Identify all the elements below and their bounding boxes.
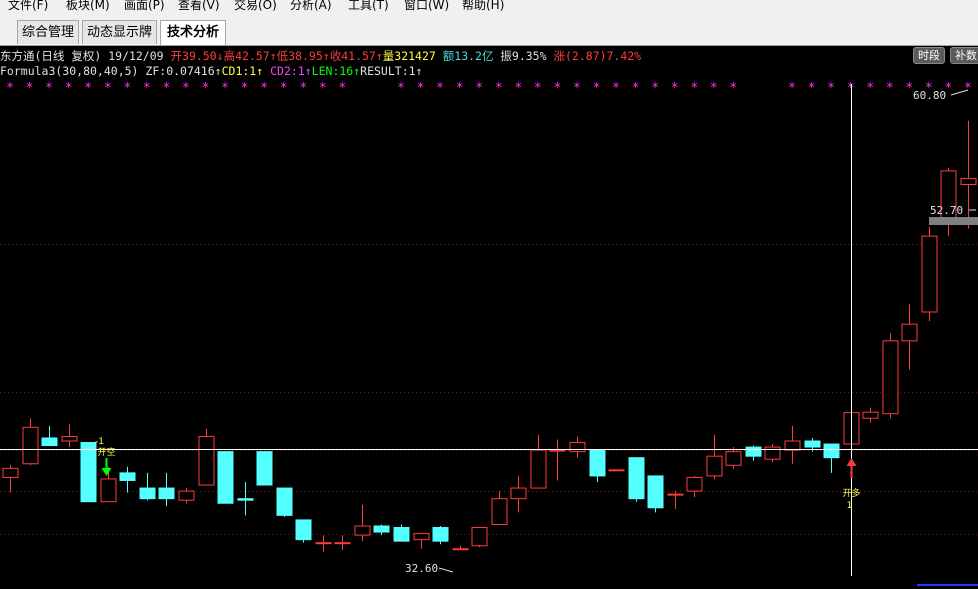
kline-chart-area[interactable] (0, 46, 978, 589)
menu-item-0[interactable]: 文件(F) (8, 0, 48, 13)
volume: 量321427 (382, 49, 436, 63)
tab-bar: 综合管理 动态显示牌 技术分析 (0, 16, 978, 46)
formula-cd2: CD2:1 (270, 64, 305, 78)
menu-item-4[interactable]: 交易(O) (234, 0, 277, 13)
timeshare-button[interactable]: 时段 (913, 47, 945, 64)
stock-info-bar: 东方通(日线 复权) 19/12/09 开39.50↓高42.57↑低38.95… (0, 49, 642, 63)
menu-item-1[interactable]: 板块(M) (66, 0, 110, 13)
stock-title: 东方通(日线 复权) 19/12/09 (0, 49, 164, 63)
menu-item-2[interactable]: 画面(P) (124, 0, 165, 13)
menu-bar: 文件(F) 板块(M) 画面(P) 查看(V) 交易(O) 分析(A) 工具(T) 窗口(W)… (0, 0, 978, 16)
menu-item-3[interactable]: 查看(V) (178, 0, 220, 13)
menu-item-6[interactable]: 工具(T) (348, 0, 389, 13)
open-price: 开39.50 (170, 49, 217, 63)
tab-technical-analysis[interactable]: 技术分析 (160, 20, 226, 45)
menu-item-7[interactable]: 窗口(W) (404, 0, 449, 13)
close-price: 收41.57 (329, 49, 376, 63)
menu-item-8[interactable]: 帮助(H) (462, 0, 504, 13)
low-price: 低38.95 (276, 49, 323, 63)
menu-item-5[interactable]: 分析(A) (290, 0, 332, 13)
change: 涨(2.87)7.42% (553, 49, 642, 63)
formula-cd1: CD1:1 (221, 64, 257, 78)
formula-info-bar: Formula3(30,80,40,5) ZF:0.07416↑CD1:1↑ C… (0, 64, 423, 78)
tab-dynamic-board[interactable]: 动态显示牌 (82, 20, 157, 44)
formula-name: Formula3(30,80,40,5) (0, 64, 139, 78)
formula-len: LEN:16 (311, 64, 354, 78)
formula-result: RESULT:1 (360, 64, 416, 78)
supplement-button[interactable]: 补数 (950, 47, 978, 64)
tab-comprehensive[interactable]: 综合管理 (17, 20, 79, 44)
amplitude: 振9.35% (500, 49, 547, 63)
amount: 额13.2亿 (442, 49, 494, 63)
high-price: 高42.57 (223, 49, 270, 63)
formula-zf: ZF:0.07416 (145, 64, 215, 78)
